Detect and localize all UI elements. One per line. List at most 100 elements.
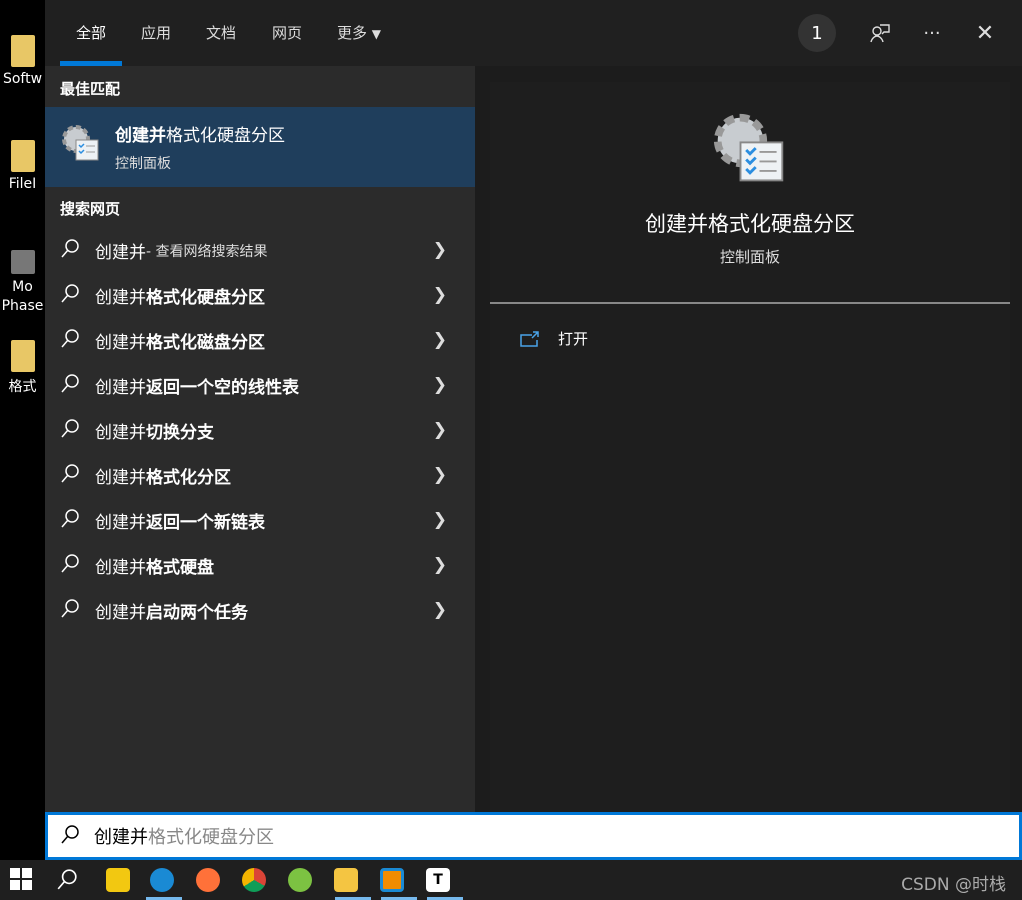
control-panel-gear-icon — [62, 125, 99, 161]
search-icon — [60, 328, 80, 353]
tab-all[interactable]: 全部 — [59, 0, 123, 66]
query-suffix: 启动两个任务 — [146, 603, 248, 623]
query-suffix: 格式化磁盘分区 — [146, 333, 265, 353]
control-panel-gear-icon — [713, 113, 784, 182]
folder-shortcut-icon — [10, 140, 35, 172]
desktop-icon-label: Mo Phase — [1, 279, 44, 314]
query-suffix: 格式化分区 — [146, 468, 231, 488]
taskbar-search-icon[interactable] — [56, 868, 80, 892]
query-suffix: 切换分支 — [146, 423, 214, 443]
query-prefix: 创建并 — [95, 468, 146, 488]
title-rest: 格式化硬盘分区 — [166, 126, 285, 146]
open-action[interactable]: 打开 — [520, 328, 588, 349]
search-icon — [60, 824, 80, 849]
best-match-title: 创建并格式化硬盘分区 — [115, 121, 285, 146]
firefox-icon[interactable] — [196, 868, 220, 892]
desktop-icon-software[interactable]: Softw — [0, 35, 45, 87]
preview-pane: 创建并格式化硬盘分区 控制面板 打开 — [490, 82, 1010, 812]
search-icon — [60, 508, 80, 533]
close-icon[interactable]: ✕ — [966, 14, 1004, 52]
web-search-item[interactable]: 创建并 - 查看网络搜索结果 ❯ — [45, 228, 475, 273]
open-label: 打开 — [558, 330, 589, 348]
chevron-right-icon: ❯ — [432, 420, 447, 440]
search-icon — [60, 463, 80, 488]
search-icon — [60, 598, 80, 623]
preview-subtitle: 控制面板 — [719, 248, 780, 266]
edge-icon[interactable] — [150, 868, 174, 892]
chrome-icon[interactable] — [242, 868, 266, 892]
open-external-icon — [520, 330, 539, 347]
query-prefix: 创建并 — [95, 243, 146, 263]
tab-more-label: 更多 — [337, 24, 368, 42]
virtualbox-icon[interactable] — [380, 868, 404, 892]
chevron-right-icon: ❯ — [432, 555, 447, 575]
taskbar: T CSDN @时栈 — [0, 860, 1022, 900]
caret-down-icon: ▼ — [371, 27, 382, 41]
search-icon — [60, 373, 80, 398]
chevron-right-icon: ❯ — [432, 285, 447, 305]
query-prefix: 创建并 — [95, 423, 146, 443]
search-panel: 全部 应用 文档 网页 更多 ▼ 1 ··· ✕ 最佳匹配 创建并格式化硬盘分区… — [45, 0, 1022, 812]
sticky-notes-icon[interactable] — [106, 868, 130, 892]
query-prefix: 创建并 — [95, 603, 146, 623]
desktop-icon-file[interactable]: FileI — [0, 140, 45, 192]
search-icon — [60, 418, 80, 443]
tab-web[interactable]: 网页 — [272, 0, 302, 66]
desktop-icon-label: FileI — [8, 176, 37, 192]
browser-e-icon[interactable] — [288, 868, 312, 892]
web-search-item[interactable]: 创建并 格式硬盘 ❯ — [45, 543, 475, 588]
best-match-item[interactable]: 创建并格式化硬盘分区 控制面板 — [45, 107, 475, 187]
results-pane: 最佳匹配 创建并格式化硬盘分区 控制面板 搜索网页 创建并 - 查看网络搜索结果… — [45, 66, 475, 812]
search-tabs-bar: 全部 应用 文档 网页 更多 ▼ 1 ··· ✕ — [45, 0, 1022, 66]
chevron-right-icon: ❯ — [432, 240, 447, 260]
web-search-item[interactable]: 创建并 切换分支 ❯ — [45, 408, 475, 453]
web-search-heading: 搜索网页 — [60, 200, 121, 218]
query-suffix: - 查看网络搜索结果 — [146, 243, 268, 260]
web-search-item[interactable]: 创建并 启动两个任务 ❯ — [45, 588, 475, 633]
web-search-item[interactable]: 创建并 格式化硬盘分区 ❯ — [45, 273, 475, 318]
search-input[interactable]: 创建并 格式化硬盘分区 — [45, 812, 1022, 860]
start-windows-icon[interactable] — [10, 868, 34, 892]
preview-title: 创建并格式化硬盘分区 — [645, 212, 855, 236]
web-search-item[interactable]: 创建并 返回一个空的线性表 ❯ — [45, 363, 475, 408]
query-prefix: 创建并 — [95, 378, 146, 398]
tab-apps[interactable]: 应用 — [141, 0, 171, 66]
tab-more[interactable]: 更多 ▼ — [337, 0, 381, 66]
search-icon — [60, 553, 80, 578]
web-search-item[interactable]: 创建并 格式化磁盘分区 ❯ — [45, 318, 475, 363]
folder-icon — [10, 340, 35, 372]
search-icon — [60, 238, 80, 263]
desktop-icon-format[interactable]: 格式 — [0, 340, 45, 396]
query-suffix: 格式化硬盘分区 — [146, 288, 265, 308]
rewards-badge[interactable]: 1 — [798, 14, 836, 52]
chevron-right-icon: ❯ — [432, 330, 447, 350]
query-prefix: 创建并 — [95, 288, 146, 308]
file-explorer-icon[interactable] — [334, 868, 358, 892]
title-bold: 创建并 — [115, 126, 166, 146]
chevron-right-icon: ❯ — [432, 375, 447, 395]
best-match-subtitle: 控制面板 — [115, 156, 171, 172]
more-options-icon[interactable]: ··· — [913, 14, 951, 52]
query-suffix: 返回一个新链表 — [146, 513, 265, 533]
folder-icon — [10, 35, 35, 67]
desktop-icon-label: Softw — [2, 71, 43, 87]
typora-icon[interactable]: T — [426, 868, 450, 892]
search-icon — [60, 283, 80, 308]
search-typed-text: 创建并 — [94, 827, 148, 848]
divider — [490, 302, 1010, 304]
query-prefix: 创建并 — [95, 333, 146, 353]
query-prefix: 创建并 — [95, 513, 146, 533]
search-autocomplete: 格式化硬盘分区 — [148, 827, 274, 848]
chevron-right-icon: ❯ — [432, 600, 447, 620]
web-search-item[interactable]: 创建并 格式化分区 ❯ — [45, 453, 475, 498]
query-prefix: 创建并 — [95, 558, 146, 578]
tab-documents[interactable]: 文档 — [206, 0, 236, 66]
watermark: CSDN @时栈 — [901, 875, 1006, 895]
chevron-right-icon: ❯ — [432, 510, 447, 530]
web-search-item[interactable]: 创建并 返回一个新链表 ❯ — [45, 498, 475, 543]
video-icon — [10, 250, 35, 274]
desktop-icon-label: 格式 — [8, 379, 37, 395]
query-suffix: 返回一个空的线性表 — [146, 378, 299, 398]
desktop-icon-moon-phase[interactable]: Mo Phase — [0, 250, 45, 316]
feedback-icon[interactable] — [861, 14, 899, 52]
